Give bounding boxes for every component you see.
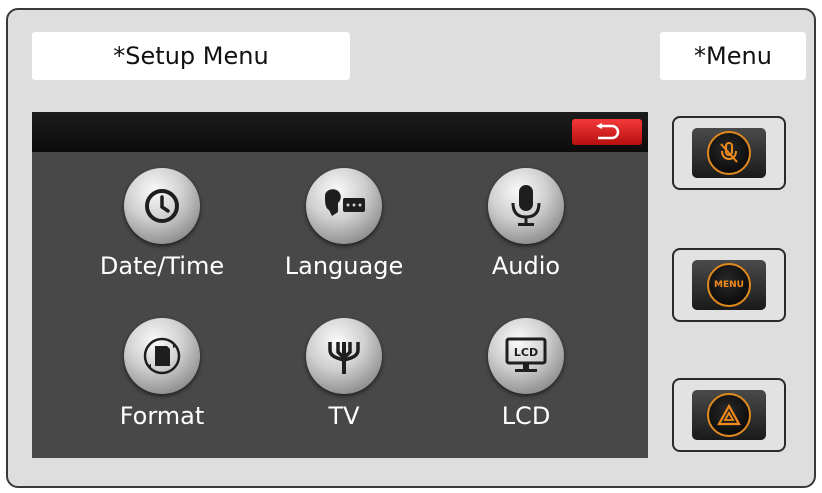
app-language[interactable]: Language xyxy=(264,168,424,280)
microphone-icon xyxy=(488,168,564,244)
menu-icon-text: MENU xyxy=(714,280,744,290)
speech-icon xyxy=(306,168,382,244)
app-audio[interactable]: Audio xyxy=(446,168,606,280)
menu-button[interactable]: MENU xyxy=(672,248,786,322)
display-screen: Date/Time Language Audio Format TV LCD L… xyxy=(32,112,648,458)
app-label: Audio xyxy=(491,252,561,280)
setup-menu-label: *Setup Menu xyxy=(32,32,350,80)
voice-mute-button[interactable] xyxy=(672,116,786,190)
clock-icon xyxy=(124,168,200,244)
app-label: LCD xyxy=(501,402,551,430)
app-label: TV xyxy=(328,402,360,430)
hazard-button[interactable] xyxy=(672,378,786,452)
antenna-icon xyxy=(306,318,382,394)
app-label: Format xyxy=(119,402,205,430)
back-button[interactable] xyxy=(572,119,642,145)
lcd-icon-text: LCD xyxy=(514,346,538,359)
sd-card-icon xyxy=(124,318,200,394)
hazard-icon xyxy=(707,393,751,437)
device-panel: *Setup Menu *Menu Date/Time Language Aud… xyxy=(6,8,816,488)
app-format[interactable]: Format xyxy=(82,318,242,430)
app-label: Language xyxy=(284,252,404,280)
app-tv[interactable]: TV xyxy=(264,318,424,430)
menu-label: *Menu xyxy=(660,32,806,80)
return-icon xyxy=(596,123,620,140)
app-lcd[interactable]: LCD LCD xyxy=(446,318,606,430)
screen-title-bar xyxy=(32,112,648,152)
voice-mute-icon xyxy=(707,131,751,175)
lcd-icon: LCD xyxy=(488,318,564,394)
menu-icon: MENU xyxy=(707,263,751,307)
app-label: Date/Time xyxy=(99,252,225,280)
app-date-time[interactable]: Date/Time xyxy=(82,168,242,280)
